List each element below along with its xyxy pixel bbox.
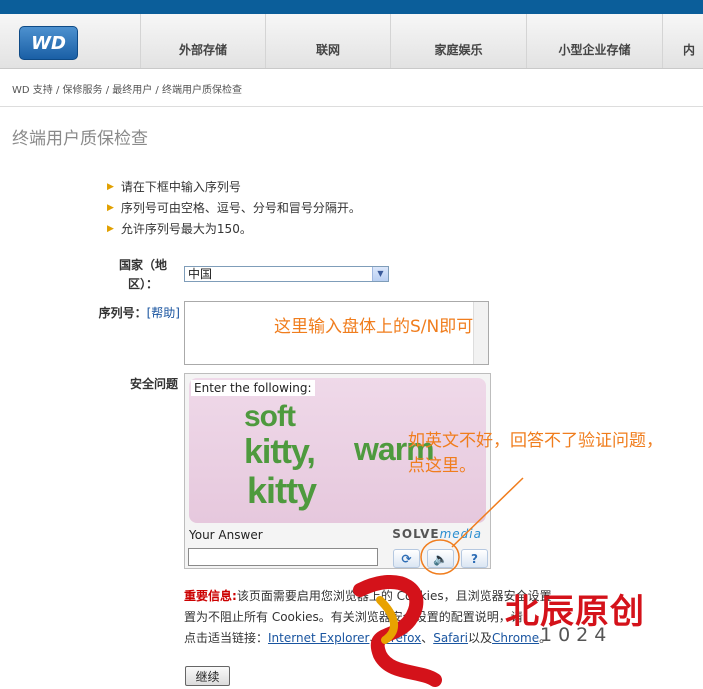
- calligraphy-watermark-icon: [353, 574, 442, 687]
- watermark-number: 1024: [540, 624, 613, 646]
